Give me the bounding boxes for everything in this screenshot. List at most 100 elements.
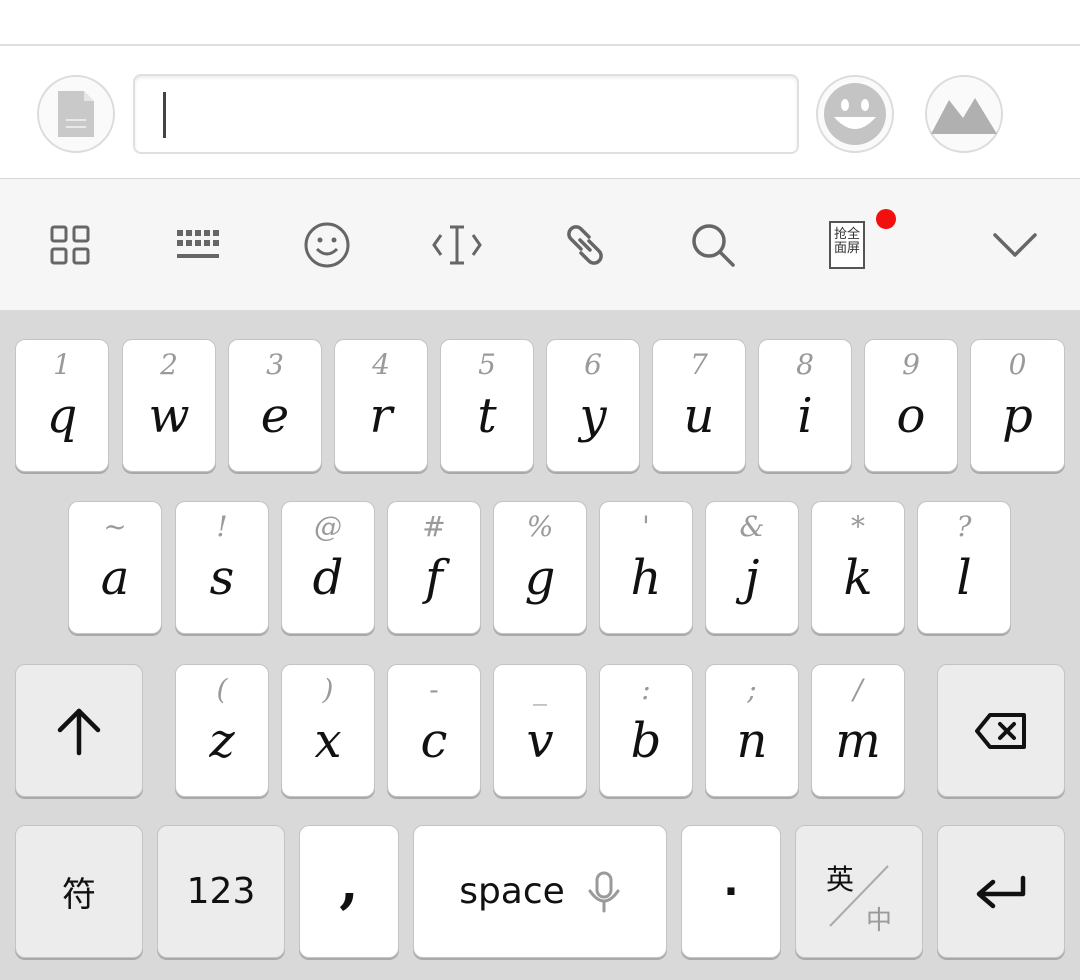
enter-arrow-icon: [976, 875, 1026, 908]
key-b[interactable]: : b: [599, 664, 693, 797]
symbols-key-label: 符: [62, 875, 96, 915]
space-key-label: space: [459, 871, 565, 912]
key-e-label: e: [260, 388, 290, 444]
language-divider: [829, 865, 889, 927]
emoji-button[interactable]: [816, 75, 894, 153]
text-caret: [163, 92, 166, 138]
toolbar-search-button[interactable]: [677, 209, 749, 281]
key-q-label: q: [46, 388, 78, 444]
key-q[interactable]: 1 q: [15, 339, 109, 472]
key-j[interactable]: & j: [705, 501, 799, 634]
key-w-label: w: [148, 388, 190, 444]
key-i[interactable]: 8 i: [758, 339, 852, 472]
key-f-label: f: [425, 550, 443, 606]
key-i-label: i: [797, 388, 813, 444]
fullscreen-grab-icon: 抢全 面屏: [829, 221, 865, 269]
image-button[interactable]: [925, 75, 1003, 153]
top-bar: [0, 0, 1080, 46]
backspace-key[interactable]: [937, 664, 1065, 797]
key-z[interactable]: ( z: [175, 664, 269, 797]
enter-key-content: [938, 826, 1064, 957]
key-y-hint: 6: [584, 348, 602, 381]
key-v-hint: _: [533, 673, 547, 706]
key-p-hint: 0: [1008, 348, 1027, 381]
key-j-label: j: [744, 550, 760, 606]
file-button[interactable]: [37, 75, 115, 153]
toolbar-link-button[interactable]: [549, 209, 621, 281]
backspace-icon: [975, 712, 1026, 749]
search-icon: [692, 224, 735, 267]
toolbar-fullscreen-button[interactable]: 抢全 面屏: [811, 209, 883, 281]
key-l[interactable]: ? l: [917, 501, 1011, 634]
shift-arrow-up-icon: [57, 708, 101, 755]
key-n[interactable]: ; n: [705, 664, 799, 797]
text-cursor-icon: [432, 225, 482, 265]
keyboard: 1 q 2 w 3 e 4 r 5 t 6 y 7 u 8 i 9 o 0 p …: [0, 311, 1080, 980]
comma-key[interactable]: ,: [299, 825, 399, 958]
language-toggle-key[interactable]: 英 中: [795, 825, 923, 958]
smiley-icon: [304, 222, 350, 268]
key-e[interactable]: 3 e: [228, 339, 322, 472]
comma-key-label: ,: [339, 849, 359, 916]
key-i-hint: 8: [796, 348, 814, 381]
key-x[interactable]: ) x: [281, 664, 375, 797]
shift-key[interactable]: [15, 664, 143, 797]
key-p[interactable]: 0 p: [970, 339, 1065, 472]
key-m-hint: /: [853, 673, 863, 706]
key-h-label: h: [630, 550, 662, 606]
key-u[interactable]: 7 u: [652, 339, 746, 472]
key-r[interactable]: 4 r: [334, 339, 428, 472]
numbers-key[interactable]: 123: [157, 825, 285, 958]
key-f-hint: #: [422, 510, 446, 543]
grid-apps-icon: [50, 225, 90, 265]
key-g[interactable]: % g: [493, 501, 587, 634]
key-q-hint: 1: [53, 348, 71, 381]
key-k[interactable]: * k: [811, 501, 905, 634]
mountain-image-icon: [931, 98, 997, 134]
emoji-face-icon: [824, 83, 886, 145]
period-key-label: ·: [723, 868, 739, 915]
chevron-down-icon: [993, 233, 1037, 257]
key-m[interactable]: / m: [811, 664, 905, 797]
key-w[interactable]: 2 w: [122, 339, 216, 472]
toolbar-keyboard-button[interactable]: [162, 209, 234, 281]
space-key-content: space: [414, 826, 666, 957]
toolbar-emoji-button[interactable]: [291, 209, 363, 281]
key-g-label: g: [524, 550, 556, 606]
key-d[interactable]: @ d: [281, 501, 375, 634]
key-j-hint: &: [739, 510, 765, 543]
key-t[interactable]: 5 t: [440, 339, 534, 472]
key-u-label: u: [683, 388, 715, 444]
enter-key[interactable]: [937, 825, 1065, 958]
key-c[interactable]: - c: [387, 664, 481, 797]
key-b-label: b: [630, 713, 662, 769]
key-c-hint: -: [429, 673, 439, 706]
key-y[interactable]: 6 y: [546, 339, 640, 472]
shift-key-content: [16, 665, 142, 796]
numbers-key-label: 123: [186, 871, 256, 912]
key-d-hint: @: [314, 510, 342, 543]
notification-dot: [876, 209, 896, 229]
key-o-label: o: [896, 388, 926, 444]
key-o[interactable]: 9 o: [864, 339, 958, 472]
keyboard-toolbar: 抢全 面屏: [0, 179, 1080, 311]
toolbar-apps-button[interactable]: [34, 209, 106, 281]
key-s[interactable]: ! s: [175, 501, 269, 634]
space-key[interactable]: space: [413, 825, 667, 958]
key-v[interactable]: _ v: [493, 664, 587, 797]
period-key[interactable]: ·: [681, 825, 781, 958]
key-h[interactable]: ' h: [599, 501, 693, 634]
toolbar-collapse-button[interactable]: [979, 209, 1051, 281]
toolbar-cursor-button[interactable]: [421, 209, 493, 281]
key-z-hint: (: [216, 673, 228, 706]
key-p-label: p: [1002, 388, 1033, 444]
message-input[interactable]: [133, 74, 799, 154]
key-e-hint: 3: [266, 348, 284, 381]
key-a[interactable]: ~ a: [68, 501, 162, 634]
key-g-hint: %: [526, 510, 554, 543]
key-f[interactable]: # f: [387, 501, 481, 634]
fullscreen-label-line1: 抢全: [833, 227, 860, 242]
symbols-key[interactable]: 符: [15, 825, 143, 958]
key-m-label: m: [835, 713, 881, 769]
key-s-label: s: [209, 550, 235, 606]
